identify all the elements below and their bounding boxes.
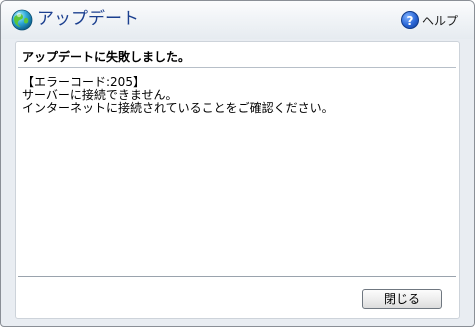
footer-divider: [18, 276, 456, 277]
globe-icon: [11, 9, 33, 31]
close-button[interactable]: 閉じる: [362, 289, 442, 309]
error-headline: アップデートに失敗しました。: [22, 50, 191, 64]
internet-check-message: インターネットに接続されていることをご確認ください。: [22, 101, 334, 115]
help-button[interactable]: ? ヘルプ: [400, 10, 458, 30]
window-title: アップデート: [37, 9, 139, 29]
help-icon: ?: [400, 11, 419, 29]
title-bar: アップデート ? ヘルプ: [1, 1, 474, 39]
headline-divider: [18, 67, 456, 68]
help-label: ヘルプ: [421, 13, 458, 28]
update-dialog: アップデート ? ヘルプ アップデートに失敗しました。 【エラーコード:205】…: [0, 0, 475, 327]
message-panel: アップデートに失敗しました。 【エラーコード:205】 サーバーに接続できません…: [15, 41, 460, 319]
